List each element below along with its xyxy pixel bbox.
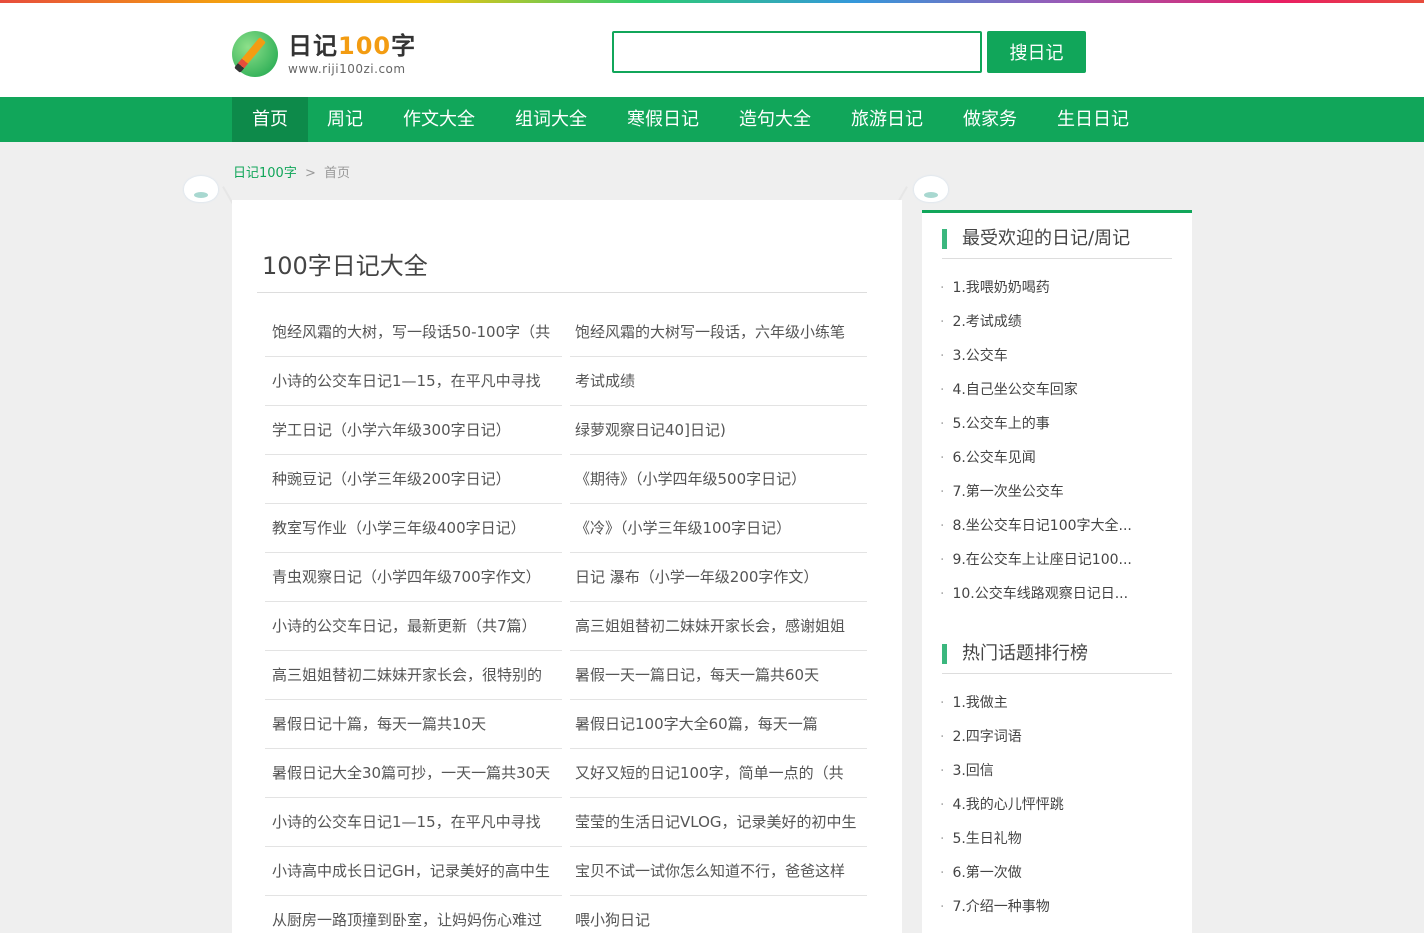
list-row: 暑假日记大全30篇可抄，一天一篇共30天 又好又短的日记100字，简单一点的（共 — [265, 749, 867, 798]
main-nav: 首页 周记 作文大全 组词大全 寒假日记 造句大全 旅游日记 做家务 生日日记 — [0, 97, 1424, 142]
nav-item-weekly[interactable]: 周记 — [307, 97, 383, 142]
article-link[interactable]: 考试成绩 — [570, 357, 867, 406]
sidebar-link[interactable]: · 6.公交车见闻 — [940, 441, 1132, 475]
header: 日记100字 www.riji100zi.com 搜日记 — [0, 3, 1424, 97]
sidebar-link[interactable]: · 5.生日礼物 — [940, 822, 1064, 856]
sidebar-link[interactable]: · 3.公交车 — [940, 339, 1132, 373]
article-link[interactable]: 饱经风霜的大树写一段话，六年级小练笔 — [570, 308, 867, 357]
breadcrumb-current: 首页 — [324, 166, 351, 181]
article-link[interactable]: 小诗的公交车日记1—15，在平凡中寻找 — [265, 357, 562, 406]
article-link[interactable]: 暑假日记100字大全60篇，每天一篇 — [570, 700, 867, 749]
sidebar-title-popular: 最受欢迎的日记/周记 — [942, 229, 1130, 249]
breadcrumb-separator: > — [304, 166, 316, 181]
article-link[interactable]: 青虫观察日记（小学四年级700字作文） — [265, 553, 562, 602]
list-row: 教室写作业（小学三年级400字日记） 《冷》（小学三年级100字日记） — [265, 504, 867, 553]
sidebar: 最受欢迎的日记/周记 · 1.我喂奶奶喝药 · 2.考试成绩 · 3.公交车 · 4.自… — [922, 210, 1192, 933]
divider — [942, 258, 1172, 259]
nav-item-housework[interactable]: 做家务 — [943, 97, 1037, 142]
logo-url: www.riji100zi.com — [288, 61, 406, 76]
article-link[interactable]: 又好又短的日记100字，简单一点的（共 — [570, 749, 867, 798]
list-row: 小诗的公交车日记，最新更新（共7篇） 高三姐姐替初二妹妹开家长会，感谢姐姐 — [265, 602, 867, 651]
article-link[interactable]: 《期待》（小学四年级500字日记） — [570, 455, 867, 504]
divider — [942, 673, 1172, 674]
nav-item-home[interactable]: 首页 — [232, 97, 308, 142]
article-link[interactable]: 暑假日记大全30篇可抄，一天一篇共30天 — [265, 749, 562, 798]
article-link[interactable]: 暑假日记十篇，每天一篇共10天 — [265, 700, 562, 749]
article-link[interactable]: 从厨房一路顶撞到卧室，让妈妈伤心难过 — [265, 896, 562, 933]
sidebar-link[interactable]: · 2.四字词语 — [940, 720, 1064, 754]
list-row: 种豌豆记（小学三年级200字日记） 《期待》（小学四年级500字日记） — [265, 455, 867, 504]
article-link[interactable]: 学工日记（小学六年级300字日记） — [265, 406, 562, 455]
article-link[interactable]: 种豌豆记（小学三年级200字日记） — [265, 455, 562, 504]
nav-item-essays[interactable]: 作文大全 — [383, 97, 495, 142]
popular-list: · 1.我喂奶奶喝药 · 2.考试成绩 · 3.公交车 · 4.自己坐公交车回家 · 5.… — [940, 271, 1132, 611]
site-logo[interactable]: 日记100字 www.riji100zi.com — [232, 31, 416, 77]
nav-item-winter-diary[interactable]: 寒假日记 — [607, 97, 719, 142]
article-link[interactable]: 日记 瀑布（小学一年级200字作文） — [570, 553, 867, 602]
article-link[interactable]: 小诗的公交车日记1—15，在平凡中寻找 — [265, 798, 562, 847]
article-link[interactable]: 教室写作业（小学三年级400字日记） — [265, 504, 562, 553]
article-link[interactable]: 饱经风霜的大树，写一段话50-100字（共 — [265, 308, 562, 357]
sidebar-link[interactable]: · 8.坐公交车日记100字大全... — [940, 509, 1132, 543]
nav-item-sentences[interactable]: 造句大全 — [719, 97, 831, 142]
divider — [257, 292, 867, 293]
nav-item-birthday-diary[interactable]: 生日日记 — [1037, 97, 1149, 142]
sidebar-link[interactable]: · 1.我做主 — [940, 686, 1064, 720]
sidebar-link[interactable]: · 7.介绍一种事物 — [940, 890, 1064, 924]
article-link[interactable]: 小诗的公交车日记，最新更新（共7篇） — [265, 602, 562, 651]
article-link[interactable]: 高三姐姐替初二妹妹开家长会，感谢姐姐 — [570, 602, 867, 651]
sidebar-link[interactable]: · 4.自己坐公交车回家 — [940, 373, 1132, 407]
article-link[interactable]: 小诗高中成长日记GH，记录美好的高中生 — [265, 847, 562, 896]
article-link[interactable]: 暑假一天一篇日记，每天一篇共60天 — [570, 651, 867, 700]
sidebar-link[interactable]: · 5.公交车上的事 — [940, 407, 1132, 441]
sidebar-link[interactable]: · 7.第一次坐公交车 — [940, 475, 1132, 509]
article-link[interactable]: 绿萝观察日记40]日记) — [570, 406, 867, 455]
list-row: 从厨房一路顶撞到卧室，让妈妈伤心难过 喂小狗日记 — [265, 896, 867, 933]
sidebar-link[interactable]: · 4.我的心儿怦怦跳 — [940, 788, 1064, 822]
article-list: 饱经风霜的大树，写一段话50-100字（共 饱经风霜的大树写一段话，六年级小练笔 … — [265, 308, 867, 933]
list-row: 饱经风霜的大树，写一段话50-100字（共 饱经风霜的大树写一段话，六年级小练笔 — [265, 308, 867, 357]
article-link[interactable]: 喂小狗日记 — [570, 896, 867, 933]
sidebar-link[interactable]: · 6.第一次做 — [940, 856, 1064, 890]
pencil-logo-icon — [232, 31, 278, 77]
article-link[interactable]: 宝贝不试一试你怎么知道不行，爸爸这样 — [570, 847, 867, 896]
nav-item-travel-diary[interactable]: 旅游日记 — [831, 97, 943, 142]
main-card: 100字日记大全 饱经风霜的大树，写一段话50-100字（共 饱经风霜的大树写一段… — [232, 200, 902, 933]
article-link[interactable]: 莹莹的生活日记VLOG，记录美好的初中生 — [570, 798, 867, 847]
hot-list: · 1.我做主 · 2.四字词语 · 3.回信 · 4.我的心儿怦怦跳 · 5.生日礼物 … — [940, 686, 1064, 924]
sidebar-link[interactable]: · 10.公交车线路观察日记日... — [940, 577, 1132, 611]
logo-title: 日记100字 — [288, 31, 417, 60]
list-row: 小诗的公交车日记1—15，在平凡中寻找 莹莹的生活日记VLOG，记录美好的初中生 — [265, 798, 867, 847]
page-title: 100字日记大全 — [262, 252, 428, 280]
list-row: 小诗高中成长日记GH，记录美好的高中生 宝贝不试一试你怎么知道不行，爸爸这样 — [265, 847, 867, 896]
sidebar-link[interactable]: · 2.考试成绩 — [940, 305, 1132, 339]
search-button[interactable]: 搜日记 — [987, 31, 1086, 73]
list-row: 小诗的公交车日记1—15，在平凡中寻找 考试成绩 — [265, 357, 867, 406]
sidebar-link[interactable]: · 1.我喂奶奶喝药 — [940, 271, 1132, 305]
nav-item-words[interactable]: 组词大全 — [495, 97, 607, 142]
list-row: 青虫观察日记（小学四年级700字作文） 日记 瀑布（小学一年级200字作文） — [265, 553, 867, 602]
sidebar-title-hot: 热门话题排行榜 — [942, 644, 1088, 664]
sidebar-link[interactable]: · 3.回信 — [940, 754, 1064, 788]
list-row: 高三姐姐替初二妹妹开家长会，很特别的 暑假一天一篇日记，每天一篇共60天 — [265, 651, 867, 700]
article-link[interactable]: 高三姐姐替初二妹妹开家长会，很特别的 — [265, 651, 562, 700]
list-row: 暑假日记十篇，每天一篇共10天 暑假日记100字大全60篇，每天一篇 — [265, 700, 867, 749]
sidebar-link[interactable]: · 9.在公交车上让座日记100... — [940, 543, 1132, 577]
search-input[interactable] — [612, 31, 982, 73]
article-link[interactable]: 《冷》（小学三年级100字日记） — [570, 504, 867, 553]
list-row: 学工日记（小学六年级300字日记） 绿萝观察日记40]日记) — [265, 406, 867, 455]
